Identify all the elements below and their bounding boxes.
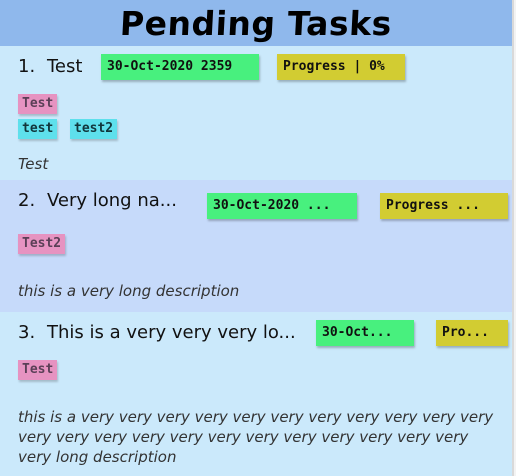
task-number: 3. — [18, 322, 36, 343]
task-tag[interactable]: Test2 — [18, 234, 66, 254]
task-title[interactable]: This is a very very very lo... — [47, 322, 296, 343]
progress-badge: Progress ... — [380, 193, 508, 219]
task-description: Test — [18, 155, 49, 173]
panel-header: Pending Tasks — [0, 0, 512, 46]
progress-badge: Pro... — [436, 320, 508, 346]
due-date-badge: 30-Oct-2020 2359 — [101, 54, 259, 80]
pending-tasks-panel: Pending Tasks 1. Test 30-Oct-2020 2359 P… — [0, 0, 514, 476]
task-description: this is a very long description — [18, 282, 240, 300]
task-header-row: 1. Test 30-Oct-2020 2359 Progress | 0% — [0, 52, 512, 84]
task-tag[interactable]: test — [18, 119, 58, 139]
task-tag[interactable]: test2 — [70, 119, 118, 139]
task-tag[interactable]: Test — [18, 360, 58, 380]
due-date-badge: 30-Oct... — [316, 320, 414, 346]
task-number: 2. — [18, 190, 36, 211]
task-item[interactable]: 2. Very long na... 30-Oct-2020 ... Progr… — [0, 180, 512, 312]
task-description: this is a very very very very very very … — [18, 408, 494, 466]
task-header-row: 3. This is a very very very lo... 30-Oct… — [0, 318, 512, 350]
task-tag[interactable]: Test — [18, 94, 58, 114]
page-title: Pending Tasks — [119, 3, 393, 43]
task-item[interactable]: 3. This is a very very very lo... 30-Oct… — [0, 312, 512, 472]
task-number: 1. — [18, 56, 36, 77]
task-header-row: 2. Very long na... 30-Oct-2020 ... Progr… — [0, 186, 512, 219]
progress-badge: Progress | 0% — [277, 54, 405, 80]
task-title[interactable]: Very long na... — [47, 190, 177, 211]
task-title[interactable]: Test — [47, 56, 82, 77]
due-date-badge: 30-Oct-2020 ... — [207, 193, 357, 219]
task-item[interactable]: 1. Test 30-Oct-2020 2359 Progress | 0% T… — [0, 46, 512, 180]
